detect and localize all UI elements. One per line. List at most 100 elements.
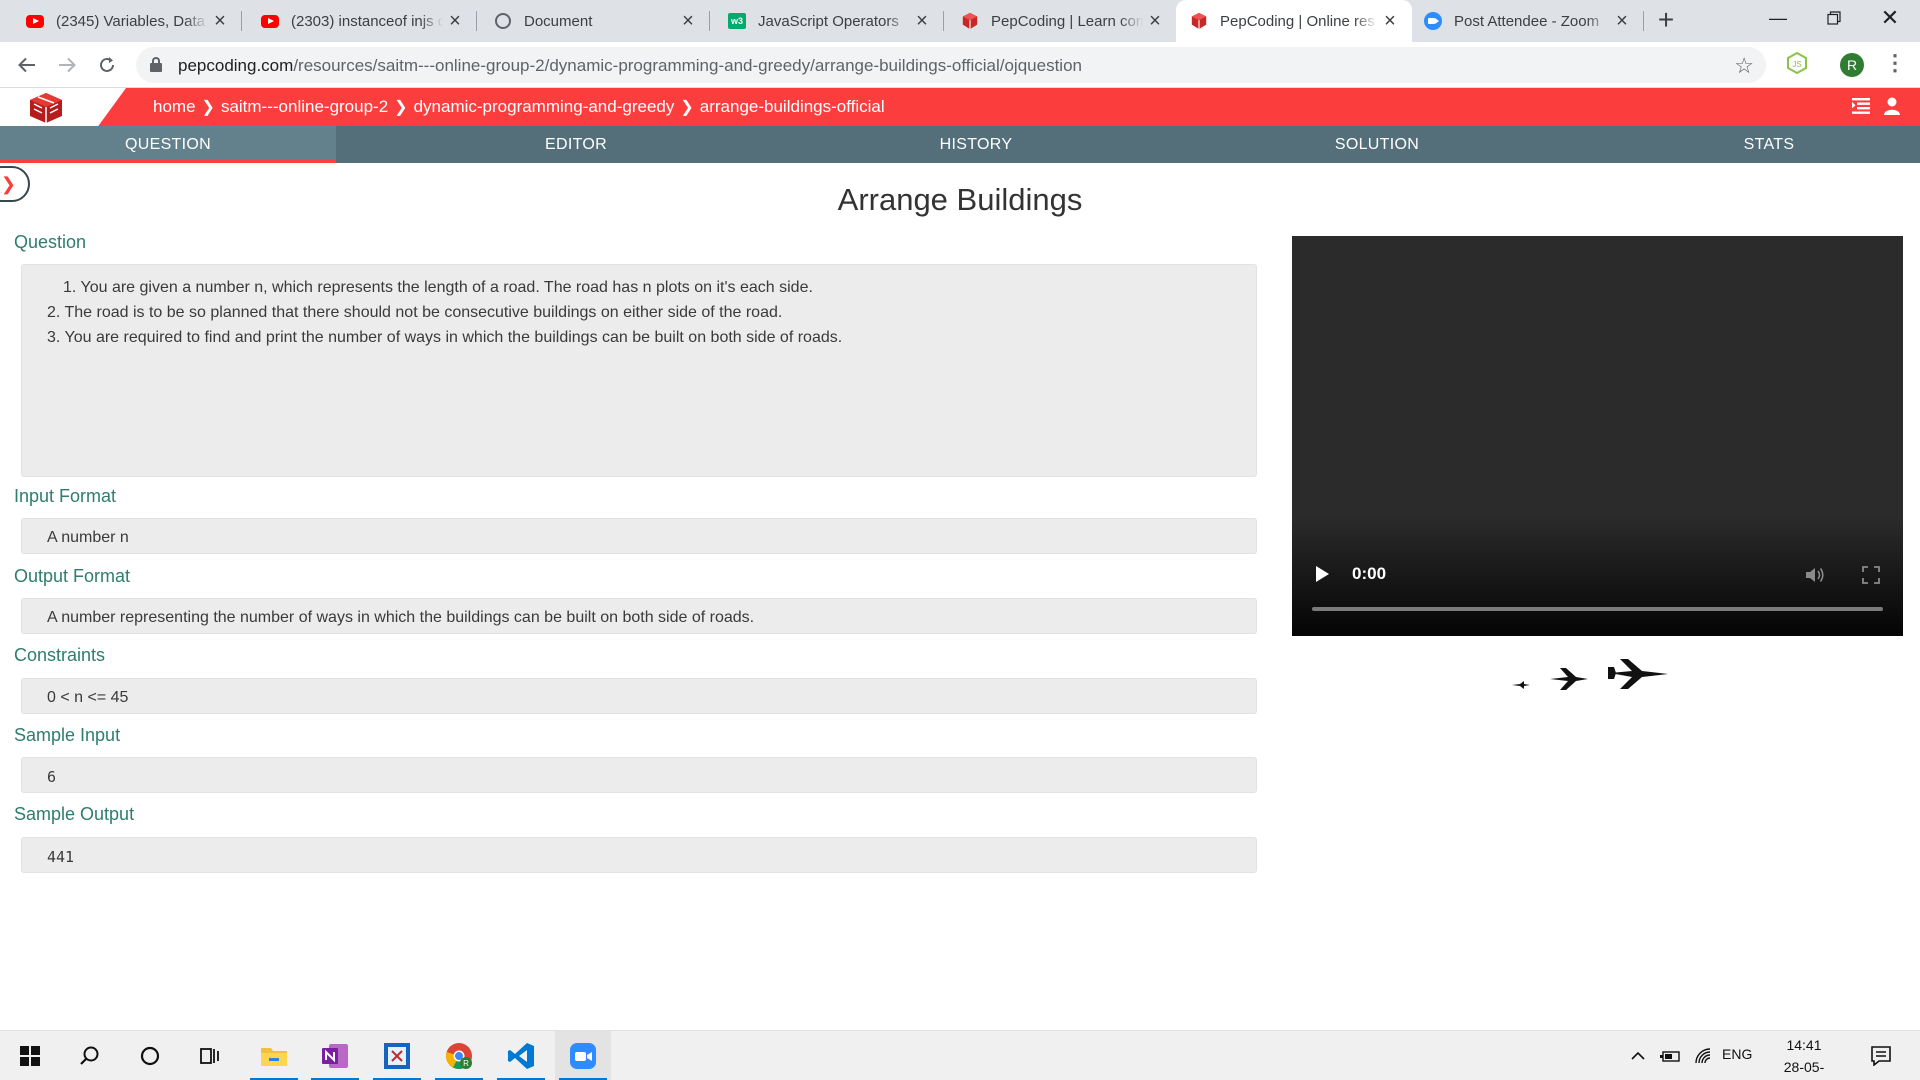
page-title: Arrange Buildings (837, 182, 1083, 217)
browser-tab[interactable]: w3 JavaScript Operators × (702, 0, 944, 42)
close-tab-icon[interactable]: × (1610, 9, 1634, 33)
pepcoding-icon (961, 12, 979, 30)
browser-tab[interactable]: (2303) instanceof injs c × (235, 0, 477, 42)
chrome-icon[interactable]: R (431, 1031, 487, 1080)
breadcrumb-home[interactable]: home (153, 97, 196, 117)
profile-avatar[interactable]: R (1840, 53, 1864, 77)
tab-title: PepCoding | Online res (1220, 12, 1375, 30)
battery-icon[interactable] (1653, 1031, 1687, 1080)
constraints-text: 0 < n <= 45 (47, 689, 129, 706)
extension-icon[interactable]: JS (1786, 52, 1808, 74)
breadcrumb: home ❯ saitm---online-group-2 ❯ dynamic-… (153, 97, 885, 117)
browser-tab[interactable]: PepCoding | Learn com × (935, 0, 1177, 42)
jets-image (1512, 659, 1668, 690)
pepcoding-icon (1190, 12, 1208, 30)
constraints-box: 0 < n <= 45 (21, 678, 1257, 714)
windows-start-icon[interactable] (2, 1031, 58, 1080)
notifications-icon[interactable] (1858, 1031, 1904, 1080)
youtube-icon (261, 12, 279, 30)
browser-tab[interactable]: Post Attendee - Zoom × (1412, 0, 1644, 42)
reload-button[interactable] (92, 50, 122, 80)
back-button[interactable] (12, 50, 42, 80)
tab-title: Post Attendee - Zoom (1454, 12, 1600, 30)
tab-label: QUESTION (125, 135, 211, 153)
breadcrumb-current: arrange-buildings-official (699, 97, 885, 116)
restore-button[interactable] (1806, 0, 1862, 36)
new-tab-button[interactable]: + (1652, 6, 1680, 35)
globe-icon (494, 12, 512, 30)
close-tab-icon[interactable]: × (676, 9, 700, 33)
language-indicator[interactable]: ENG (1722, 1046, 1752, 1062)
video-player[interactable]: 0:00 (1292, 236, 1903, 636)
fullscreen-icon[interactable] (1862, 566, 1880, 584)
file-explorer-icon[interactable] (246, 1031, 302, 1080)
chevron-right-icon: ❯ (201, 99, 215, 116)
breadcrumb-topic[interactable]: dynamic-programming-and-greedy (414, 97, 675, 117)
browser-tab[interactable]: (2345) Variables, Data T × (0, 0, 242, 42)
browser-menu-icon[interactable]: ⋮ (1884, 52, 1906, 78)
volume-icon[interactable] (1804, 565, 1826, 585)
close-tab-icon[interactable]: × (443, 9, 467, 33)
question-line: 3. You are required to find and print th… (47, 329, 843, 346)
user-icon[interactable] (1884, 97, 1900, 115)
close-window-button[interactable]: ✕ (1862, 0, 1918, 36)
question-line: 2. The road is to be so planned that the… (47, 304, 783, 321)
sample-input-box: 6 (21, 757, 1257, 793)
cortana-icon[interactable] (122, 1031, 178, 1080)
svg-text:R: R (463, 1059, 469, 1068)
tab-title: (2345) Variables, Data T (56, 12, 208, 30)
search-icon[interactable] (62, 1031, 118, 1080)
play-icon[interactable] (1316, 566, 1329, 582)
list-icon[interactable] (1852, 98, 1870, 114)
clock[interactable]: 14:41 28-05-2020 (1769, 1034, 1839, 1080)
output-format-text: A number representing the number of ways… (47, 609, 755, 626)
browser-tab[interactable]: Document × (468, 0, 710, 42)
video-progress-bar[interactable] (1312, 607, 1883, 611)
zoom-app-icon[interactable] (555, 1031, 611, 1080)
close-tab-icon[interactable]: × (910, 9, 934, 33)
close-tab-icon[interactable]: × (1143, 9, 1167, 33)
breadcrumb-group[interactable]: saitm---online-group-2 (221, 97, 388, 117)
tab-solution[interactable]: SOLUTION (1136, 126, 1618, 163)
profile-initial: R (1846, 57, 1858, 73)
minimize-button[interactable]: — (1750, 0, 1806, 36)
close-tab-icon[interactable]: × (1378, 9, 1402, 33)
url-text: pepcoding.com/resources/saitm---online-g… (178, 56, 1082, 75)
windows-taskbar: R ENG 14:41 28-05-2020 (0, 1030, 1920, 1080)
tab-title: (2303) instanceof injs c (291, 12, 443, 30)
sample-output-label: Sample Output (14, 804, 135, 824)
snipping-tool-icon[interactable] (369, 1031, 425, 1080)
chevron-right-icon: ❯ (394, 99, 408, 116)
constraints-label: Constraints (14, 645, 106, 665)
output-format-box: A number representing the number of ways… (21, 598, 1257, 634)
sample-input-text: 6 (47, 768, 57, 786)
onenote-icon[interactable] (307, 1031, 363, 1080)
task-view-icon[interactable] (182, 1031, 238, 1080)
youtube-icon (26, 12, 44, 30)
tab-label: STATS (1743, 135, 1795, 153)
sample-output-text: 441 (47, 848, 75, 866)
tab-question[interactable]: QUESTION (0, 126, 336, 163)
zoom-icon (1424, 12, 1442, 30)
browser-tab-active[interactable]: PepCoding | Online res × (1176, 0, 1412, 42)
question-text-box: 1. You are given a number n, which repre… (21, 264, 1257, 477)
tab-editor[interactable]: EDITOR (336, 126, 816, 163)
bookmark-star-icon[interactable]: ☆ (1734, 53, 1754, 79)
close-tab-icon[interactable]: × (208, 9, 232, 33)
tray-expand-icon[interactable] (1623, 1031, 1653, 1080)
tab-stats[interactable]: STATS (1618, 126, 1920, 163)
chevron-right-icon: ❯ (680, 99, 694, 116)
wifi-icon[interactable] (1687, 1031, 1721, 1080)
tab-history[interactable]: HISTORY (816, 126, 1136, 163)
input-format-label: Input Format (14, 486, 117, 506)
vscode-icon[interactable] (493, 1031, 549, 1080)
browser-toolbar: pepcoding.com/resources/saitm---online-g… (0, 42, 1920, 88)
forward-button[interactable] (52, 50, 82, 80)
svg-text:JS: JS (1792, 60, 1801, 69)
tab-title: PepCoding | Learn com (991, 12, 1143, 30)
output-format-label: Output Format (14, 566, 131, 586)
pepcoding-logo[interactable] (28, 92, 64, 124)
address-bar[interactable]: pepcoding.com/resources/saitm---online-g… (136, 47, 1766, 83)
tab-title: JavaScript Operators (758, 12, 899, 30)
lock-icon (150, 57, 162, 72)
